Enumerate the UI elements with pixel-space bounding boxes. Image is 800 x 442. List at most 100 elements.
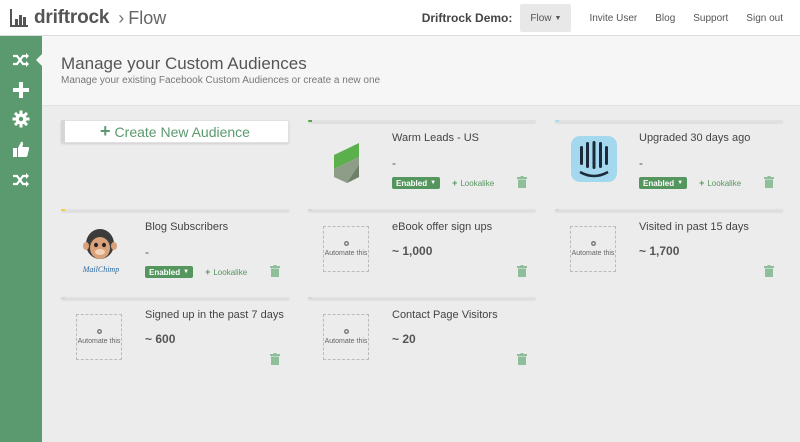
- blog-link[interactable]: Blog: [655, 13, 675, 24]
- create-audience-label: Create New Audience: [114, 123, 250, 140]
- caret-down-icon: ▼: [554, 14, 562, 22]
- audience-title: Upgraded 30 days ago: [639, 132, 751, 144]
- brand[interactable]: driftrock › Flow: [10, 7, 166, 29]
- status-dropdown[interactable]: Enabled ▼: [145, 266, 194, 278]
- brand-section: Flow: [128, 7, 167, 28]
- shuffle-icon: [13, 173, 29, 187]
- caret-down-icon: ▼: [677, 180, 684, 186]
- audience-title: Warm Leads - US: [392, 132, 480, 144]
- audience-count: ~ 1,000: [392, 244, 433, 258]
- audience-count: -: [145, 245, 149, 259]
- plus-icon: +: [699, 178, 705, 188]
- gear-icon: [343, 241, 349, 246]
- support-link[interactable]: Support: [693, 13, 728, 24]
- status-label: Enabled: [149, 267, 181, 277]
- flow-select[interactable]: Flow ▼: [520, 4, 572, 32]
- audience-card: Automate this Visited in past 15 days ~ …: [555, 209, 783, 277]
- sign-out-link[interactable]: Sign out: [746, 13, 783, 24]
- audience-actions: Enabled ▼ + Lookalike: [392, 176, 527, 190]
- chevron-right-icon: ›: [118, 7, 125, 28]
- automate-label: Automate this: [77, 338, 121, 345]
- automate-label: Automate this: [571, 250, 615, 257]
- sidebar-item-add[interactable]: [0, 75, 42, 105]
- audience-count: ~ 1,700: [639, 244, 680, 258]
- plus-icon: +: [205, 267, 211, 277]
- audience-actions: Enabled ▼ + Lookalike: [639, 176, 774, 190]
- sidebar-item-automations[interactable]: [0, 165, 42, 195]
- trash-icon[interactable]: [764, 265, 774, 277]
- invite-user-link[interactable]: Invite User: [589, 13, 637, 24]
- audience-actions: Enabled ▼ + Lookalike: [145, 265, 280, 279]
- audience-card: MailChimp Blog Subscribers - Enabled ▼ +…: [61, 209, 289, 278]
- trash-icon[interactable]: [270, 353, 280, 365]
- automate-button[interactable]: Automate this: [323, 314, 369, 360]
- plus-icon: +: [100, 121, 111, 141]
- audience-actions: [145, 353, 280, 367]
- audience-actions: [392, 353, 527, 367]
- create-audience-button[interactable]: + Create New Audience: [100, 121, 250, 142]
- audience-title: Contact Page Visitors: [392, 309, 498, 321]
- thumbs-up-icon: [13, 141, 30, 157]
- lookalike-button[interactable]: + Lookalike: [452, 178, 494, 188]
- automate-button[interactable]: Automate this: [76, 314, 122, 360]
- audience-card: Automate this Signed up in the past 7 da…: [61, 297, 289, 365]
- gear-icon: [96, 329, 102, 334]
- audience-title: eBook offer sign ups: [392, 221, 493, 233]
- status-dropdown[interactable]: Enabled ▼: [392, 177, 441, 189]
- audience-title: Signed up in the past 7 days: [145, 309, 284, 321]
- audience-actions: [392, 265, 527, 279]
- shuffle-icon: [13, 53, 29, 67]
- caret-down-icon: ▼: [430, 180, 437, 186]
- warm-leads-logo-icon: [334, 143, 359, 183]
- audience-actions: [639, 265, 774, 279]
- lookalike-button[interactable]: + Lookalike: [699, 178, 741, 188]
- audience-count: -: [639, 156, 643, 170]
- page-header: Manage your Custom Audiences Manage your…: [42, 36, 800, 106]
- automate-label: Automate this: [324, 250, 368, 257]
- sidebar-item-settings[interactable]: [0, 104, 42, 134]
- account-label: Driftrock Demo:: [421, 11, 513, 25]
- nav-right: Driftrock Demo: Flow ▼ Invite User Blog …: [422, 0, 800, 36]
- page-title: Manage your Custom Audiences: [61, 54, 307, 73]
- gear-icon: [343, 329, 349, 334]
- trash-icon[interactable]: [764, 176, 774, 188]
- audience-count: ~ 600: [145, 332, 176, 346]
- audience-count: -: [392, 156, 396, 170]
- trash-icon[interactable]: [517, 176, 527, 188]
- gear-icon: [590, 241, 596, 246]
- audience-card: Warm Leads - US - Enabled ▼ + Lookalike: [308, 120, 536, 189]
- audience-card: Automate this Contact Page Visitors ~ 20: [308, 297, 536, 365]
- lookalike-button[interactable]: + Lookalike: [205, 267, 247, 277]
- status-label: Enabled: [396, 178, 428, 188]
- audience-title: Blog Subscribers: [145, 221, 229, 233]
- trash-icon[interactable]: [517, 353, 527, 365]
- lookalike-label: Lookalike: [460, 178, 495, 188]
- automate-button[interactable]: Automate this: [323, 226, 369, 272]
- automate-button[interactable]: Automate this: [570, 226, 616, 272]
- trash-icon[interactable]: [517, 265, 527, 277]
- lookalike-label: Lookalike: [707, 178, 742, 188]
- gear-icon: [12, 110, 30, 128]
- driftrock-logo-icon: [10, 9, 28, 27]
- sidebar-item-flows[interactable]: [0, 45, 43, 75]
- brand-name: driftrock: [34, 7, 110, 28]
- create-audience-card[interactable]: + Create New Audience: [61, 120, 289, 143]
- flow-select-label: Flow: [530, 12, 552, 24]
- page-subtitle: Manage your existing Facebook Custom Aud…: [61, 75, 381, 86]
- automate-label: Automate this: [324, 338, 368, 345]
- trash-icon[interactable]: [270, 265, 280, 277]
- plus-icon: +: [452, 178, 458, 188]
- sidebar-item-likes[interactable]: [0, 134, 42, 164]
- audience-card: Upgraded 30 days ago - Enabled ▼ + Looka…: [555, 120, 783, 189]
- audience-count: ~ 20: [392, 332, 416, 346]
- sidebar: [0, 36, 43, 442]
- top-navbar: driftrock › Flow Driftrock Demo: Flow ▼ …: [0, 0, 800, 36]
- status-label: Enabled: [643, 178, 675, 188]
- mailchimp-logo-text: MailChimp: [82, 265, 120, 274]
- audience-card: Automate this eBook offer sign ups ~ 1,0…: [308, 209, 536, 277]
- audience-title: Visited in past 15 days: [639, 221, 749, 233]
- plus-icon: [13, 82, 29, 98]
- intercom-logo-icon: [571, 136, 617, 182]
- status-dropdown[interactable]: Enabled ▼: [639, 177, 688, 189]
- lookalike-label: Lookalike: [213, 267, 248, 277]
